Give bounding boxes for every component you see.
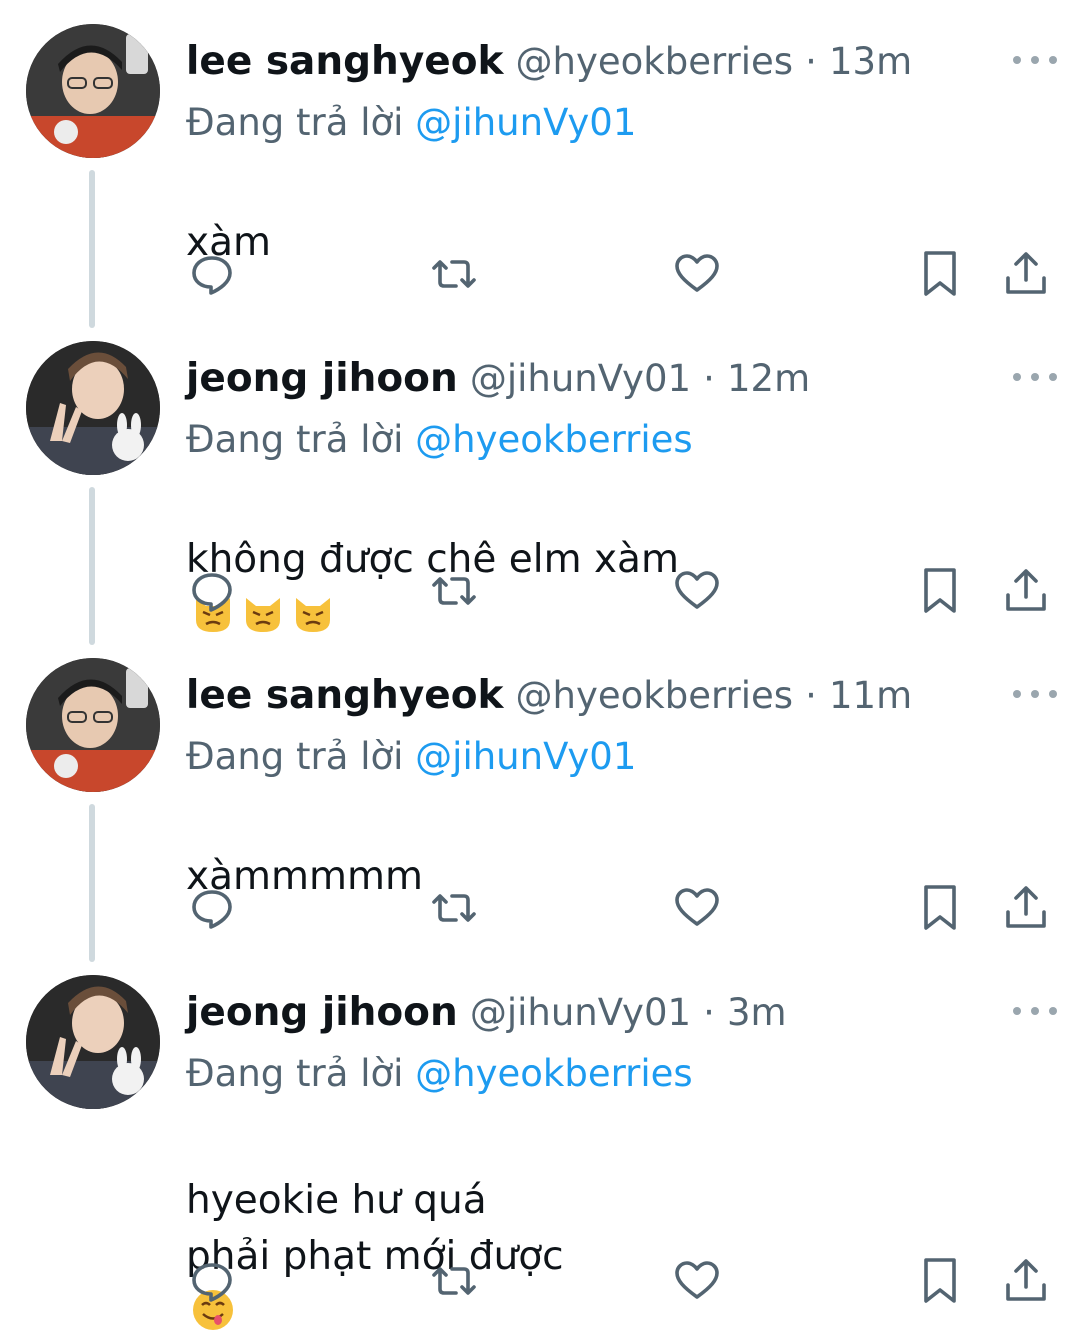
timestamp[interactable]: 12m <box>727 357 810 400</box>
like-icon <box>675 888 719 926</box>
avatar[interactable] <box>26 658 160 792</box>
bookmark-button[interactable] <box>912 880 968 936</box>
retweet-icon <box>432 894 476 922</box>
share-button[interactable] <box>998 563 1054 619</box>
mention-link[interactable]: @hyeokberries <box>415 418 693 461</box>
timestamp[interactable]: 11m <box>829 674 912 717</box>
retweet-icon <box>432 260 476 288</box>
user-handle[interactable]: @hyeokberries <box>516 674 794 717</box>
more-options-icon[interactable] <box>1013 50 1057 68</box>
avatar-photo-icon <box>26 658 160 792</box>
reply-button[interactable] <box>184 563 240 619</box>
tweet-actions <box>0 1253 1080 1313</box>
tweet[interactable]: lee sanghyeok @hyeokberries · 13m Đang t… <box>0 24 1080 328</box>
share-button[interactable] <box>998 1253 1054 1309</box>
tweet-actions <box>0 563 1080 623</box>
separator-dot: · <box>805 40 817 83</box>
mention-link[interactable]: @hyeokberries <box>415 1052 693 1095</box>
tweet-actions <box>0 880 1080 940</box>
mention-link[interactable]: @jihunVy01 <box>415 101 636 144</box>
reply-icon <box>192 1263 232 1302</box>
bookmark-button[interactable] <box>912 1253 968 1309</box>
replying-to: Đang trả lời @jihunVy01 <box>186 734 636 780</box>
tweet-actions <box>0 246 1080 306</box>
share-icon <box>1006 569 1046 611</box>
replying-to: Đang trả lời @hyeokberries <box>186 1051 693 1097</box>
replying-to-label: Đang trả lời <box>186 1052 404 1095</box>
retweet-icon <box>432 1267 476 1295</box>
reply-icon <box>192 573 232 612</box>
display-name[interactable]: lee sanghyeok <box>186 39 503 84</box>
share-button[interactable] <box>998 246 1054 302</box>
like-icon <box>675 1261 719 1299</box>
avatar[interactable] <box>26 24 160 158</box>
timestamp[interactable]: 13m <box>829 40 912 83</box>
display-name[interactable]: lee sanghyeok <box>186 673 503 718</box>
bookmark-button[interactable] <box>912 563 968 619</box>
timestamp[interactable]: 3m <box>727 991 787 1034</box>
display-name[interactable]: jeong jihoon <box>186 356 458 401</box>
replying-to-label: Đang trả lời <box>186 735 404 778</box>
tweet-header: lee sanghyeok @hyeokberries · 13m <box>186 38 912 85</box>
display-name[interactable]: jeong jihoon <box>186 990 458 1035</box>
avatar[interactable] <box>26 341 160 475</box>
replying-to-label: Đang trả lời <box>186 101 404 144</box>
user-handle[interactable]: @hyeokberries <box>516 40 794 83</box>
reply-button[interactable] <box>184 246 240 302</box>
share-icon <box>1006 252 1046 294</box>
avatar-photo-icon <box>26 24 160 158</box>
bookmark-icon <box>924 251 956 296</box>
user-handle[interactable]: @jihunVy01 <box>470 991 691 1034</box>
reply-icon <box>192 890 232 929</box>
replying-to: Đang trả lời @hyeokberries <box>186 417 693 463</box>
more-options-icon[interactable] <box>1013 367 1057 385</box>
reply-thread: lee sanghyeok @hyeokberries · 13m Đang t… <box>0 0 1080 1333</box>
like-button[interactable] <box>669 880 725 936</box>
reply-icon <box>192 256 232 295</box>
reply-button[interactable] <box>184 880 240 936</box>
separator-dot: · <box>805 674 817 717</box>
share-button[interactable] <box>998 880 1054 936</box>
tweet-header: jeong jihoon @jihunVy01 · 12m <box>186 355 810 402</box>
like-button[interactable] <box>669 246 725 302</box>
retweet-button[interactable] <box>426 246 482 302</box>
like-icon <box>675 254 719 292</box>
like-button[interactable] <box>669 563 725 619</box>
avatar-photo-icon <box>26 341 160 475</box>
avatar-photo-icon <box>26 975 160 1109</box>
retweet-icon <box>432 577 476 605</box>
separator-dot: · <box>703 991 715 1034</box>
bookmark-icon <box>924 1258 956 1303</box>
mention-link[interactable]: @jihunVy01 <box>415 735 636 778</box>
bookmark-button[interactable] <box>912 246 968 302</box>
more-options-icon[interactable] <box>1013 1001 1057 1019</box>
share-icon <box>1006 1259 1046 1301</box>
tweet[interactable]: jeong jihoon @jihunVy01 · 12m Đang trả l… <box>0 341 1080 645</box>
replying-to-label: Đang trả lời <box>186 418 404 461</box>
reply-button[interactable] <box>184 1253 240 1309</box>
more-options-icon[interactable] <box>1013 684 1057 702</box>
tweet-header: lee sanghyeok @hyeokberries · 11m <box>186 672 912 719</box>
bookmark-icon <box>924 568 956 613</box>
share-icon <box>1006 886 1046 928</box>
user-handle[interactable]: @jihunVy01 <box>470 357 691 400</box>
separator-dot: · <box>703 357 715 400</box>
retweet-button[interactable] <box>426 880 482 936</box>
tweet[interactable]: jeong jihoon @jihunVy01 · 3m Đang trả lờ… <box>0 975 1080 1333</box>
tweet[interactable]: lee sanghyeok @hyeokberries · 11m Đang t… <box>0 658 1080 962</box>
avatar[interactable] <box>26 975 160 1109</box>
retweet-button[interactable] <box>426 563 482 619</box>
like-icon <box>675 571 719 609</box>
tweet-header: jeong jihoon @jihunVy01 · 3m <box>186 989 787 1036</box>
bookmark-icon <box>924 885 956 930</box>
like-button[interactable] <box>669 1253 725 1309</box>
retweet-button[interactable] <box>426 1253 482 1309</box>
replying-to: Đang trả lời @jihunVy01 <box>186 100 636 146</box>
